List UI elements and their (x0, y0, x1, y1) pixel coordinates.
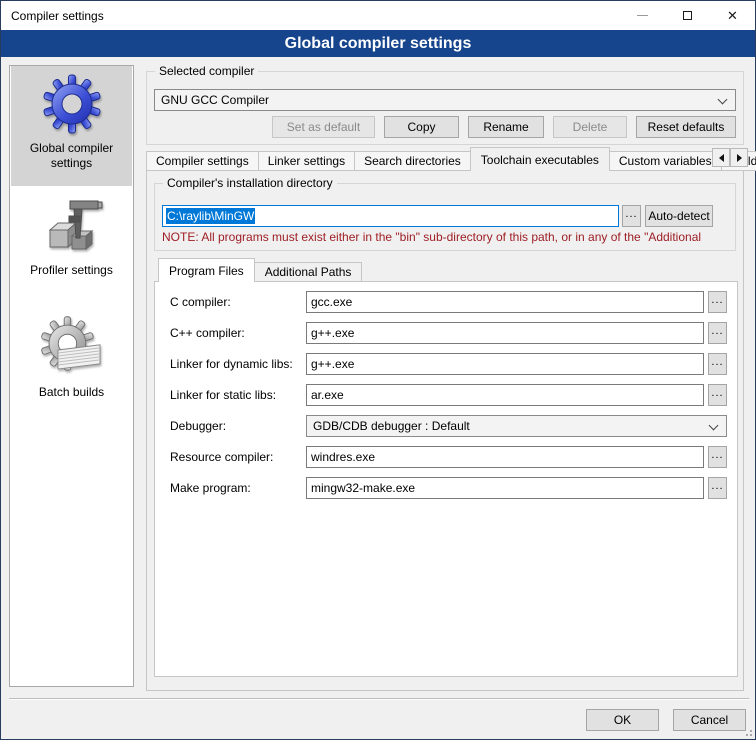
debugger-select[interactable]: GDB/CDB debugger : Default (306, 415, 727, 437)
reset-defaults-button[interactable]: Reset defaults (636, 116, 736, 138)
install-dir-input[interactable]: C:\raylib\MinGW (162, 205, 619, 227)
compiler-select[interactable]: GNU GCC Compiler (154, 89, 736, 111)
sidebar-item-global-compiler-settings[interactable]: Global compiler settings (11, 66, 132, 186)
auto-detect-button[interactable]: Auto-detect (645, 205, 713, 227)
tab-compiler-settings[interactable]: Compiler settings (146, 151, 259, 171)
sidebar-item-label: Profiler settings (17, 263, 127, 278)
debugger-label: Debugger: (170, 415, 302, 437)
compiler-actions: Set as default Copy Rename Delete Reset … (146, 116, 736, 138)
right-triangle-icon (737, 154, 742, 162)
resize-grip-icon[interactable] (742, 726, 752, 736)
titlebar[interactable]: Compiler settings ✕ (1, 1, 755, 30)
cpp-compiler-input[interactable] (306, 322, 704, 344)
left-triangle-icon (719, 154, 724, 162)
debugger-select-value: GDB/CDB debugger : Default (313, 419, 470, 433)
dynamic-linker-input[interactable] (306, 353, 704, 375)
close-icon: ✕ (727, 9, 738, 22)
minimize-button[interactable] (620, 1, 665, 30)
compiler-select-value: GNU GCC Compiler (161, 93, 269, 107)
program-files-tabbar: Program Files Additional Paths (158, 258, 361, 282)
resource-compiler-input[interactable] (306, 446, 704, 468)
tab-search-directories[interactable]: Search directories (354, 151, 471, 171)
gray-gear-stack-icon (40, 316, 104, 380)
static-linker-label: Linker for static libs: (170, 384, 302, 406)
tab-scroll-right-button[interactable] (730, 148, 748, 167)
delete-button[interactable]: Delete (553, 116, 627, 138)
static-linker-input[interactable] (306, 384, 704, 406)
caption-buttons: ✕ (620, 1, 755, 30)
cancel-button[interactable]: Cancel (673, 709, 746, 731)
footer-divider (9, 698, 749, 700)
rename-button[interactable]: Rename (468, 116, 544, 138)
install-dir-selected-text: C:\raylib\MinGW (166, 208, 255, 224)
bin-subdirectory-note: NOTE: All programs must exist either in … (162, 230, 728, 244)
blue-gear-icon (40, 72, 104, 136)
sidebar-item-batch-builds[interactable]: Batch builds (11, 310, 132, 430)
close-button[interactable]: ✕ (710, 1, 755, 30)
ok-button[interactable]: OK (586, 709, 659, 731)
cpp-compiler-label: C++ compiler: (170, 322, 302, 344)
tab-custom-variables[interactable]: Custom variables (609, 151, 722, 171)
tab-linker-settings[interactable]: Linker settings (258, 151, 355, 171)
install-dir-browse-button[interactable]: ... (622, 205, 641, 227)
static-linker-browse-button[interactable]: ... (708, 384, 727, 406)
dialog-header-title: Global compiler settings (285, 35, 472, 53)
c-compiler-input[interactable] (306, 291, 704, 313)
resource-compiler-browse-button[interactable]: ... (708, 446, 727, 468)
sidebar-item-profiler-settings[interactable]: Profiler settings (11, 188, 132, 308)
chevron-down-icon (709, 421, 719, 431)
copy-button[interactable]: Copy (384, 116, 459, 138)
dynamic-linker-browse-button[interactable]: ... (708, 353, 727, 375)
selected-compiler-legend: Selected compiler (155, 64, 258, 78)
window-title: Compiler settings (11, 9, 104, 23)
subtab-program-files[interactable]: Program Files (158, 258, 255, 282)
make-program-input[interactable] (306, 477, 704, 499)
caliper-icon (40, 194, 104, 258)
installation-directory-legend: Compiler's installation directory (163, 176, 337, 190)
dialog-header: Global compiler settings (1, 30, 755, 57)
minimize-icon (637, 15, 648, 16)
sidebar-item-label: Batch builds (17, 385, 127, 400)
c-compiler-browse-button[interactable]: ... (708, 291, 727, 313)
make-program-label: Make program: (170, 477, 302, 499)
maximize-button[interactable] (665, 1, 710, 30)
settings-category-sidebar: Global compiler settings (9, 65, 134, 687)
sidebar-item-label: Global compiler settings (17, 141, 127, 171)
resource-compiler-label: Resource compiler: (170, 446, 302, 468)
compiler-settings-dialog: Compiler settings ✕ Global compiler sett… (0, 0, 756, 740)
cpp-compiler-browse-button[interactable]: ... (708, 322, 727, 344)
tab-toolchain-executables[interactable]: Toolchain executables (470, 147, 610, 171)
make-program-browse-button[interactable]: ... (708, 477, 727, 499)
dynamic-linker-label: Linker for dynamic libs: (170, 353, 302, 375)
subtab-additional-paths[interactable]: Additional Paths (254, 262, 363, 282)
set-as-default-button[interactable]: Set as default (272, 116, 375, 138)
settings-tabbar: Compiler settings Linker settings Search… (146, 147, 756, 171)
chevron-down-icon (718, 95, 728, 105)
c-compiler-label: C compiler: (170, 291, 302, 313)
maximize-icon (683, 11, 692, 20)
tab-scroll-left-button[interactable] (712, 148, 730, 167)
